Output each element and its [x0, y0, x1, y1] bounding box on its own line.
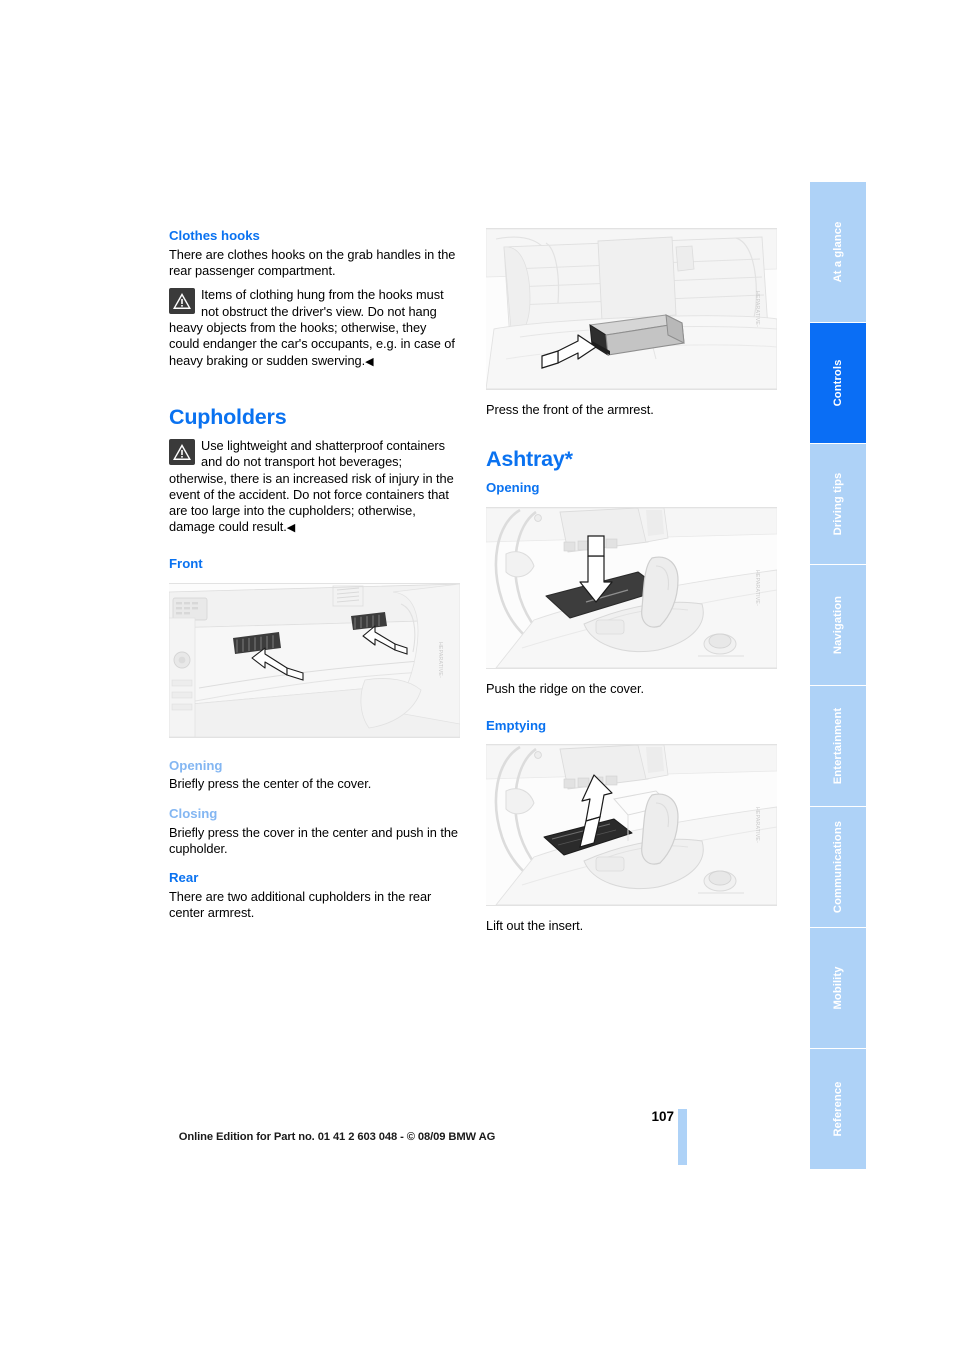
cupholders-warning: Use lightweight and shatterproof contain…: [169, 438, 460, 536]
clothes-hooks-warning-text: Items of clothing hung from the hooks mu…: [169, 287, 455, 368]
heading-ashtray-emptying: Emptying: [486, 717, 547, 733]
tab-mobility[interactable]: Mobility: [810, 928, 866, 1048]
tab-reference[interactable]: Reference: [810, 1049, 866, 1169]
warning-triangle-icon: [169, 288, 195, 315]
footer-note: Online Edition for Part no. 01 41 2 603 …: [178, 1131, 496, 1143]
figure-watermark: HEPARATIVE-: [753, 807, 760, 844]
tab-label: Navigation: [832, 595, 844, 655]
tab-label: Reference: [832, 1081, 844, 1137]
ashtray-emptying-illustration: [486, 745, 777, 906]
figure-ashtray-opening: HEPARATIVE-: [486, 507, 777, 670]
heading-ashtray: Ashtray*: [486, 447, 573, 472]
tab-at-a-glance[interactable]: At a glance: [810, 182, 866, 322]
heading-rear: Rear: [169, 870, 199, 886]
heading-ashtray-opening: Opening: [486, 480, 540, 496]
tab-driving-tips[interactable]: Driving tips: [810, 444, 866, 564]
tab-label: Controls: [832, 359, 844, 407]
rear-cupholder-text: There are two additional cupholders in t…: [169, 889, 432, 921]
heading-closing-cupholder: Closing: [169, 805, 218, 821]
figure-ashtray-emptying: HEPARATIVE-: [486, 744, 777, 907]
tab-communications[interactable]: Communications: [810, 807, 866, 927]
tab-controls[interactable]: Controls: [810, 323, 866, 443]
page-number: 107: [651, 1109, 674, 1124]
figure-watermark: HEPARATIVE-: [753, 290, 760, 328]
heading-cupholders: Cupholders: [169, 404, 287, 429]
figure-rear-armrest: HEPARATIVE-: [486, 228, 777, 390]
figure-front-cupholders: HEPARATIVE-: [169, 582, 460, 738]
manual-page: Clothes hooks There are clothes hooks on…: [0, 0, 954, 1350]
caption-push-ridge: Push the ridge on the cover.: [486, 681, 644, 697]
figure-watermark: HEPARATIVE-: [753, 570, 760, 607]
clothes-hooks-warning: Items of clothing hung from the hooks mu…: [169, 287, 460, 368]
heading-opening-cupholder: Opening: [169, 757, 223, 773]
cupholders-warning-text: Use lightweight and shatterproof contain…: [169, 438, 454, 535]
footer-accent-bar: [678, 1109, 687, 1165]
tab-navigation[interactable]: Navigation: [810, 565, 866, 685]
tab-label: Mobility: [832, 966, 844, 1010]
caption-press-armrest: Press the front of the armrest.: [486, 402, 654, 417]
left-column: Clothes hooks There are clothes hooks on…: [169, 228, 460, 922]
closing-cupholder-text: Briefly press the cover in the center an…: [169, 824, 458, 856]
caption-lift-insert: Lift out the insert.: [486, 918, 584, 934]
heading-clothes-hooks: Clothes hooks: [169, 228, 260, 243]
tab-entertainment[interactable]: Entertainment: [810, 686, 866, 806]
warning-end-marker: ◀: [365, 355, 374, 368]
front-cupholder-illustration: [169, 583, 460, 737]
section-tab-strip: At a glance Controls Driving tips Naviga…: [810, 182, 866, 1170]
heading-front: Front: [169, 555, 203, 571]
rear-armrest-illustration: [486, 229, 777, 389]
figure-watermark: HEPARATIVE-: [436, 642, 443, 679]
ashtray-opening-illustration: [486, 508, 777, 669]
clothes-hooks-intro: There are clothes hooks on the grab hand…: [169, 246, 456, 279]
tab-label: At a glance: [832, 221, 844, 283]
tab-label: Driving tips: [832, 472, 844, 536]
opening-cupholder-text: Briefly press the center of the cover.: [169, 776, 372, 792]
tab-label: Entertainment: [832, 707, 844, 785]
tab-label: Communications: [832, 820, 844, 914]
right-column: HEPARATIVE- Press the front of the armre…: [486, 228, 777, 935]
warning-triangle-icon: [169, 439, 195, 465]
warning-end-marker: ◀: [286, 522, 296, 535]
